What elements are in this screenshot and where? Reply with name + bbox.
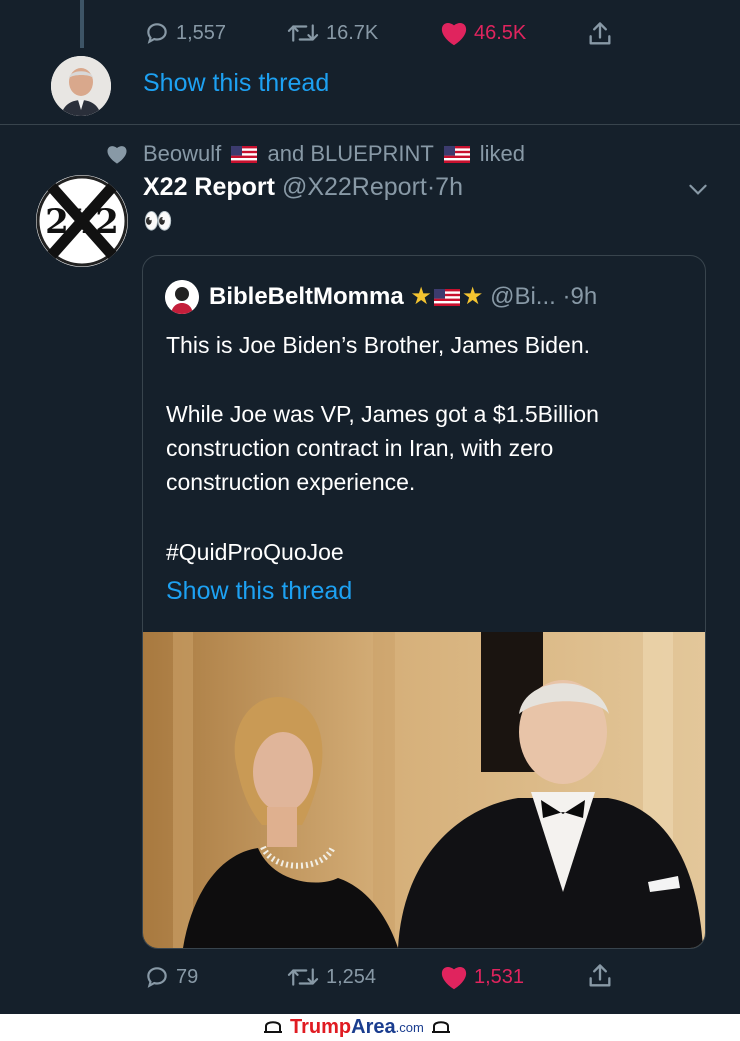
retweet-icon xyxy=(287,24,319,42)
avatar-logo-text: 2X2 xyxy=(45,202,119,242)
watermark-bar: Trump Area .com xyxy=(0,1014,740,1041)
show-this-thread-link-quoted[interactable]: Show this thread xyxy=(166,577,352,606)
tweet-header: X22 Report @X22Report·7h xyxy=(143,173,463,202)
star-icon: ★ xyxy=(461,283,484,310)
reply-count: 1,557 xyxy=(176,21,227,44)
social-user-2[interactable]: BLUEPRINT xyxy=(310,141,433,166)
x22-report-avatar[interactable]: 2X2 xyxy=(36,175,128,267)
heart-filled-icon xyxy=(441,23,467,46)
watermark-part-3: .com xyxy=(395,1020,424,1035)
author-display-name[interactable]: X22 Report xyxy=(143,173,275,201)
tweet-body-eyes-emoji: 👀 xyxy=(143,208,173,235)
reply-button[interactable]: 1,557 xyxy=(144,20,226,46)
chevron-down-icon xyxy=(689,184,707,195)
share-button[interactable] xyxy=(586,962,614,990)
share-icon xyxy=(589,22,611,45)
social-context: Beowulf and BLUEPRINT liked xyxy=(143,141,525,167)
like-count: 46.5K xyxy=(474,21,527,44)
quoted-tweet-card[interactable]: BibleBeltMomma ★ ★ @Bi... ·9h This is Joe… xyxy=(142,255,706,949)
show-this-thread-link-top[interactable]: Show this thread xyxy=(143,69,329,98)
watermark-part-2: Area xyxy=(351,1016,396,1038)
thread-connector-line xyxy=(80,0,84,48)
share-icon xyxy=(589,964,611,987)
reply-count: 79 xyxy=(176,965,199,988)
reply-icon xyxy=(147,967,167,988)
retweet-button[interactable]: 1,254 xyxy=(286,964,376,990)
star-icon: ★ xyxy=(410,283,432,310)
watermark-logo: Trump Area .com xyxy=(262,1016,452,1039)
us-flag-icon xyxy=(433,289,460,306)
like-count: 1,531 xyxy=(474,965,525,988)
quoted-author-avatar xyxy=(165,280,199,314)
us-flag-icon xyxy=(443,146,470,163)
heart-filled-icon xyxy=(441,967,467,990)
retweet-icon xyxy=(287,968,319,986)
quoted-handle: @Bi... xyxy=(490,283,556,310)
author-handle[interactable]: @X22Report xyxy=(282,173,427,201)
us-flag-icon xyxy=(231,146,258,163)
social-user-1[interactable]: Beowulf xyxy=(143,141,221,166)
time-separator: · xyxy=(426,173,436,201)
quoted-timestamp: 9h xyxy=(570,283,598,310)
tweet-timestamp[interactable]: 7h xyxy=(435,173,463,201)
avatar-portrait-icon xyxy=(51,56,111,116)
hat-icon xyxy=(431,1020,450,1033)
quoted-photo[interactable] xyxy=(143,632,705,948)
retweet-button[interactable]: 16.7K xyxy=(286,20,378,46)
quoted-display-name: BibleBeltMomma xyxy=(209,283,404,310)
quoted-paragraph-2: While Joe was VP, James got a $1.5Billio… xyxy=(166,401,599,495)
hat-icon xyxy=(264,1020,282,1033)
like-button[interactable]: 1,531 xyxy=(440,964,524,990)
like-button[interactable]: 46.5K xyxy=(440,20,526,46)
top-tweet-avatar[interactable] xyxy=(51,56,111,116)
liked-heart-icon xyxy=(106,143,128,165)
watermark-part-1: Trump xyxy=(290,1016,352,1038)
tweet-divider xyxy=(0,124,740,125)
reply-icon xyxy=(147,23,167,44)
quoted-header: BibleBeltMomma ★ ★ @Bi... ·9h xyxy=(209,282,597,311)
share-button[interactable] xyxy=(586,20,614,48)
reply-button[interactable]: 79 xyxy=(144,964,198,990)
retweet-count: 16.7K xyxy=(326,21,379,44)
tweet-menu-button[interactable] xyxy=(685,176,711,202)
social-connector: and xyxy=(267,141,305,166)
quoted-hashtag[interactable]: #QuidProQuoJoe xyxy=(166,535,344,569)
retweet-count: 1,254 xyxy=(326,965,377,988)
social-suffix: liked xyxy=(479,141,525,166)
quoted-line-1: This is Joe Biden’s Brother, James Biden… xyxy=(166,332,591,358)
